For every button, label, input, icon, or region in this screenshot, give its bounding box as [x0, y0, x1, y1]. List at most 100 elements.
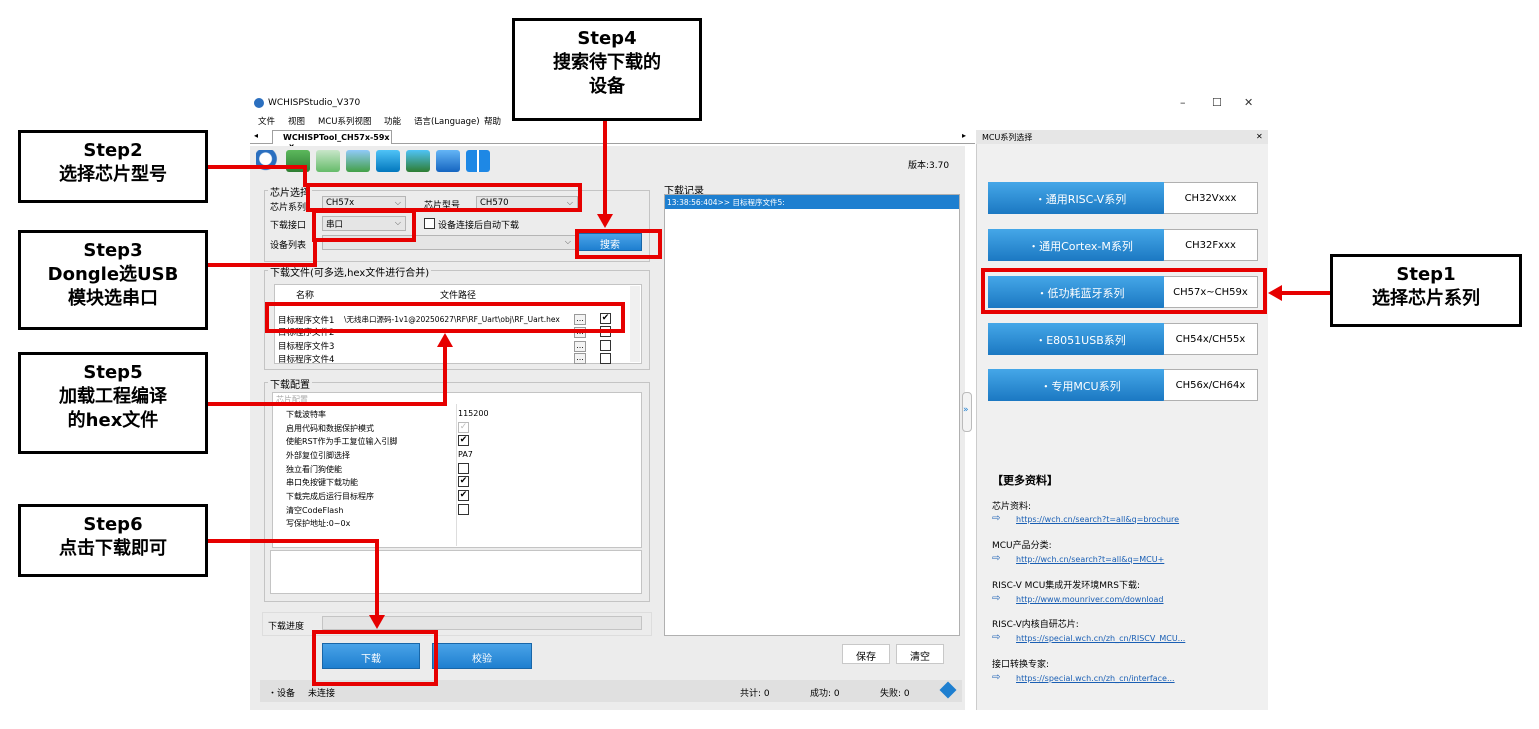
title-bar: WCHISPStudio_V370 – ☐ ✕ [250, 92, 1268, 114]
series-name: ・通用RISC-V系列 [988, 182, 1173, 214]
refresh-icon[interactable] [346, 150, 370, 172]
file-row-name: 目标程序文件3 [278, 342, 335, 352]
tab-scroll-right-icon[interactable]: ▸ [962, 131, 966, 140]
connector-step6 [207, 539, 379, 543]
menu-function[interactable]: 功能 [384, 115, 401, 127]
minimize-button[interactable]: – [1180, 96, 1186, 109]
config-row-name: 独立看门狗使能 [286, 465, 342, 474]
connector-step1 [1282, 291, 1332, 295]
connector-step5-v [443, 345, 447, 406]
maximize-button[interactable]: ☐ [1212, 96, 1222, 109]
log-entry: 13:38:56:404>> 目标程序文件5: [665, 195, 959, 209]
col-path-header: 文件路径 [440, 291, 477, 301]
menu-file[interactable]: 文件 [258, 115, 275, 127]
file-table-scrollbar[interactable] [630, 286, 640, 362]
config-row-name: 清空CodeFlash [286, 506, 344, 515]
connector-step2-v [303, 165, 307, 187]
browse-button[interactable]: ... [574, 341, 586, 352]
highlight-ble-series [981, 268, 1267, 314]
save-log-button[interactable]: 保存 [842, 644, 890, 664]
callout-step2: Step2 选择芯片型号 [18, 130, 208, 203]
config-checkbox[interactable]: ✓ [458, 422, 469, 433]
arrow-down-step4 [597, 214, 613, 228]
more-info-label: MCU产品分类: [992, 541, 1052, 551]
menu-view[interactable]: 视图 [288, 115, 305, 127]
more-info-title: 【更多资料】 [992, 474, 1058, 487]
connector-step3 [207, 263, 317, 267]
menu-help[interactable]: 帮助 [484, 115, 501, 127]
config-row-value[interactable]: PA7 [458, 450, 473, 459]
tab-wchisptool[interactable]: WCHISPTool_CH57x-59x x [272, 130, 392, 151]
more-info-label: RISC-V MCU集成开发环境MRS下载: [992, 581, 1141, 591]
log-area[interactable] [664, 194, 960, 636]
callout-step4: Step4 搜索待下载的 设备 [512, 18, 702, 121]
tab-strip: ◂ WCHISPTool_CH57x-59x x ▸ [250, 130, 975, 151]
callout-text: 的hex文件 [67, 410, 159, 431]
config-checkbox[interactable]: ✔ [458, 435, 469, 446]
browse-button[interactable]: ... [574, 353, 586, 364]
more-info-link[interactable]: http://www.mounriver.com/download [1016, 595, 1164, 604]
connector-step3-v [313, 238, 317, 267]
series-riscv-button[interactable]: ・通用RISC-V系列 CH32Vxxx [988, 182, 1258, 214]
more-info-link[interactable]: https://wch.cn/search?t=all&q=brochure [1016, 515, 1179, 524]
config-row-name: 启用代码和数据保护模式 [286, 424, 374, 433]
config-checkbox[interactable]: ✔ [458, 490, 469, 501]
menu-language[interactable]: 语言(Language) [414, 115, 480, 127]
edit-icon[interactable] [316, 150, 340, 172]
connector-step6-v [375, 539, 379, 619]
tab-label: WCHISPTool_CH57x-59x [283, 133, 390, 142]
series-e8051-button[interactable]: ・E8051USB系列 CH54x/CH55x [988, 323, 1258, 355]
tab-scroll-left-icon[interactable]: ◂ [254, 131, 258, 140]
device-list-label: 设备列表 [270, 241, 307, 251]
callout-heading: Step2 [83, 140, 143, 161]
file-row-name: 目标程序文件4 [278, 355, 335, 365]
export-icon[interactable] [406, 150, 430, 172]
verify-button[interactable]: 校验 [432, 643, 532, 669]
config-checkbox[interactable] [458, 463, 469, 474]
book-icon[interactable] [466, 150, 490, 172]
arrow-left-step1 [1268, 285, 1282, 301]
callout-heading: Step6 [83, 514, 143, 535]
connector-step2 [207, 165, 307, 169]
highlight-file-row [265, 302, 625, 333]
more-info-link[interactable]: https://special.wch.cn/zh_cn/interface..… [1016, 674, 1175, 683]
series-name: ・E8051USB系列 [988, 323, 1173, 355]
callout-step1: Step1 选择芯片系列 [1330, 254, 1522, 327]
file-checkbox[interactable] [600, 340, 611, 351]
config-checkbox[interactable] [458, 504, 469, 515]
config-row-name: 写保护地址:0~0x [286, 519, 351, 528]
callout-heading: Step3 [83, 240, 143, 261]
connector-step5 [207, 402, 447, 406]
arrow-right-icon: ⇨ [992, 672, 1001, 683]
callout-text: 模块选串口 [68, 288, 158, 309]
status-fail: 失败: 0 [880, 689, 910, 699]
mcu-panel-close-icon[interactable]: ✕ [1256, 132, 1263, 141]
import-icon[interactable] [376, 150, 400, 172]
config-checkbox[interactable]: ✔ [458, 476, 469, 487]
interface-label: 下载接口 [270, 221, 307, 231]
download-config-title: 下载配置 [268, 376, 312, 391]
close-button[interactable]: ✕ [1244, 96, 1253, 109]
more-info-label: 芯片资料: [992, 502, 1032, 512]
config-row-value[interactable]: 115200 [458, 409, 489, 418]
clear-log-button[interactable]: 清空 [896, 644, 944, 664]
more-info-link[interactable]: https://special.wch.cn/zh_cn/RISCV_MCU..… [1016, 634, 1185, 643]
highlight-chip-select [306, 183, 582, 212]
more-info-link[interactable]: http://wch.cn/search?t=all&q=MCU+ [1016, 555, 1164, 564]
window-title: WCHISPStudio_V370 [268, 98, 361, 108]
arrow-right-icon: ⇨ [992, 632, 1001, 643]
collapse-handle[interactable]: » [962, 392, 972, 432]
highlight-interface [312, 209, 416, 242]
config-row-name: 外部复位引脚选择 [286, 451, 350, 460]
connector-step4 [603, 120, 607, 220]
menu-mcu-view[interactable]: MCU系列视图 [318, 115, 372, 127]
file-checkbox[interactable] [600, 353, 611, 364]
series-code: CH32Fxxx [1164, 229, 1258, 261]
auto-download-checkbox[interactable] [424, 218, 435, 229]
series-cortex-m-button[interactable]: ・通用Cortex-M系列 CH32Fxxx [988, 229, 1258, 261]
series-special-mcu-button[interactable]: ・专用MCU系列 CH56x/CH64x [988, 369, 1258, 401]
series-name: ・专用MCU系列 [988, 369, 1173, 401]
callout-heading: Step5 [83, 362, 143, 383]
info-icon[interactable] [436, 150, 460, 172]
callout-text: 选择芯片型号 [59, 164, 167, 185]
